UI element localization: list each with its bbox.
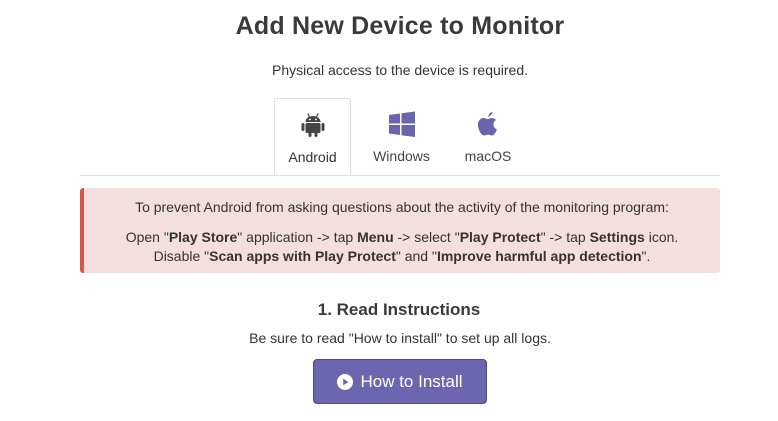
alert-disable-options: Disable "Scan apps with Play Protect" an… xyxy=(153,248,651,264)
add-device-page: Add New Device to Monitor Physical acces… xyxy=(0,0,778,421)
windows-icon xyxy=(388,111,415,137)
tab-windows-label: Windows xyxy=(373,148,430,164)
play-protect-alert: To prevent Android from asking questions… xyxy=(80,188,720,273)
page-subtitle: Physical access to the device is require… xyxy=(271,62,528,78)
tab-macos[interactable]: macOS xyxy=(450,98,526,174)
step-description: Be sure to read "How to install" to set … xyxy=(249,330,551,346)
how-to-install-button[interactable]: How to Install xyxy=(313,359,487,404)
apple-icon xyxy=(478,112,497,136)
alert-intro: To prevent Android from asking questions… xyxy=(135,199,669,215)
tab-android[interactable]: Android xyxy=(274,98,351,175)
platform-tabs: Android Windows macOS xyxy=(80,98,720,176)
tab-macos-label: macOS xyxy=(464,148,512,164)
how-to-install-label: How to Install xyxy=(360,371,463,391)
tab-android-label: Android xyxy=(288,149,337,165)
page-title: Add New Device to Monitor xyxy=(235,12,565,40)
alert-instructions: Open "Play Store" application -> tap Men… xyxy=(125,229,679,245)
android-icon xyxy=(301,113,324,137)
tab-windows[interactable]: Windows xyxy=(363,98,440,174)
play-circle-icon xyxy=(337,373,354,390)
step-title: 1. Read Instructions xyxy=(317,300,481,319)
